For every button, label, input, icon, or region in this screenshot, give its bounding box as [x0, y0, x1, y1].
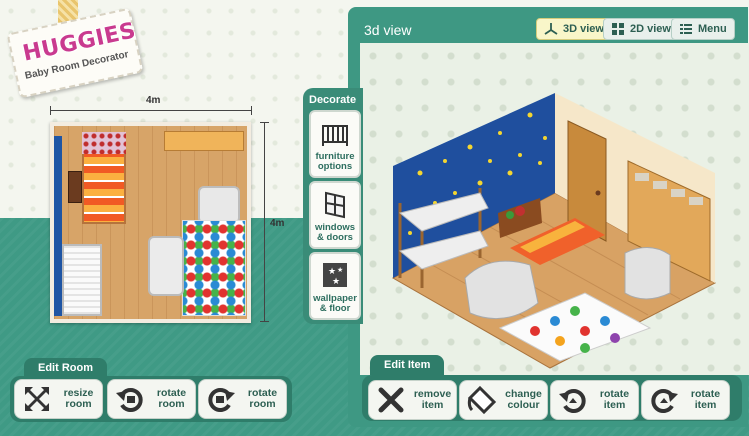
plan-bunk-pillow — [82, 132, 126, 154]
plan-shelf[interactable] — [164, 131, 244, 151]
rotate-room-cw-label: rotate room — [247, 387, 278, 410]
rotate-item-cw-button[interactable]: rotate item — [641, 380, 730, 420]
menu-label: Menu — [698, 23, 727, 35]
windows-doors-label: windows & doors — [314, 222, 356, 243]
rotate-cw-icon — [208, 388, 235, 412]
2d-view-button[interactable]: 2D view — [603, 18, 679, 40]
change-colour-label: change colour — [505, 388, 542, 411]
remove-item-label: remove item — [413, 388, 452, 411]
3d-view-button[interactable]: 3D view — [536, 18, 612, 40]
plan-blue-wall — [54, 136, 62, 316]
3d-room-scene[interactable] — [360, 43, 749, 375]
svg-text:★: ★ — [332, 277, 340, 287]
remove-x-icon — [378, 387, 404, 413]
width-dimension-label: 4m — [146, 95, 161, 106]
rotate-ccw-icon — [559, 389, 586, 413]
rotate-item-cw-label: rotate item — [690, 388, 721, 411]
furniture-options-button[interactable]: furniture options — [309, 110, 361, 178]
plan-rug[interactable] — [182, 220, 246, 316]
rotate-item-ccw-button[interactable]: rotate item — [550, 380, 639, 420]
windows-doors-button[interactable]: windows & doors — [309, 181, 361, 249]
rotate-room-ccw-label: rotate room — [156, 387, 187, 410]
edit-room-tab: Edit Room — [24, 358, 107, 378]
height-dimension-label: 4m — [270, 218, 285, 229]
resize-room-button[interactable]: resize room — [14, 379, 103, 419]
3d-view-label: 3D view — [563, 23, 604, 35]
crib-icon — [322, 125, 348, 146]
edit-item-tab: Edit Item — [370, 355, 445, 375]
change-colour-button[interactable]: change colour — [459, 380, 548, 420]
height-dimension-line — [260, 122, 269, 322]
room-floor-plan[interactable] — [50, 122, 251, 323]
rotate-room-ccw-button[interactable]: rotate room — [107, 379, 196, 419]
view-3d-title: 3d view — [364, 22, 412, 38]
decorate-title: Decorate — [309, 94, 357, 106]
list-icon — [680, 24, 692, 34]
wallpaper-floor-button[interactable]: ★ ★ ★ wallpaper & floor — [309, 252, 361, 320]
window-icon — [325, 191, 345, 219]
svg-text:★: ★ — [337, 266, 343, 274]
rotate-cw-icon — [651, 389, 678, 413]
remove-item-button[interactable]: remove item — [368, 380, 457, 420]
rotate-ccw-icon — [116, 388, 143, 412]
furniture-options-label: furniture options — [315, 151, 355, 172]
width-dimension-line — [50, 106, 252, 115]
plan-bed[interactable] — [62, 244, 102, 316]
rotate-item-ccw-label: rotate item — [599, 388, 630, 411]
3d-axis-icon — [544, 23, 558, 35]
svg-text:★: ★ — [328, 267, 336, 277]
grid-icon — [612, 23, 624, 35]
plan-toy-chest[interactable] — [68, 171, 82, 203]
rotate-room-cw-button[interactable]: rotate room — [198, 379, 287, 419]
3d-room-render — [391, 93, 717, 369]
wallpaper-floor-label: wallpaper & floor — [313, 293, 357, 314]
menu-button[interactable]: Menu — [671, 18, 735, 40]
plan-armchair[interactable] — [198, 186, 240, 224]
resize-room-label: resize room — [63, 387, 94, 410]
resize-arrows-icon — [25, 387, 49, 411]
stars-wallpaper-icon: ★ ★ ★ — [323, 263, 347, 287]
plan-sofa[interactable] — [148, 236, 184, 296]
2d-view-label: 2D view — [630, 23, 671, 35]
paint-bucket-icon — [467, 385, 497, 415]
